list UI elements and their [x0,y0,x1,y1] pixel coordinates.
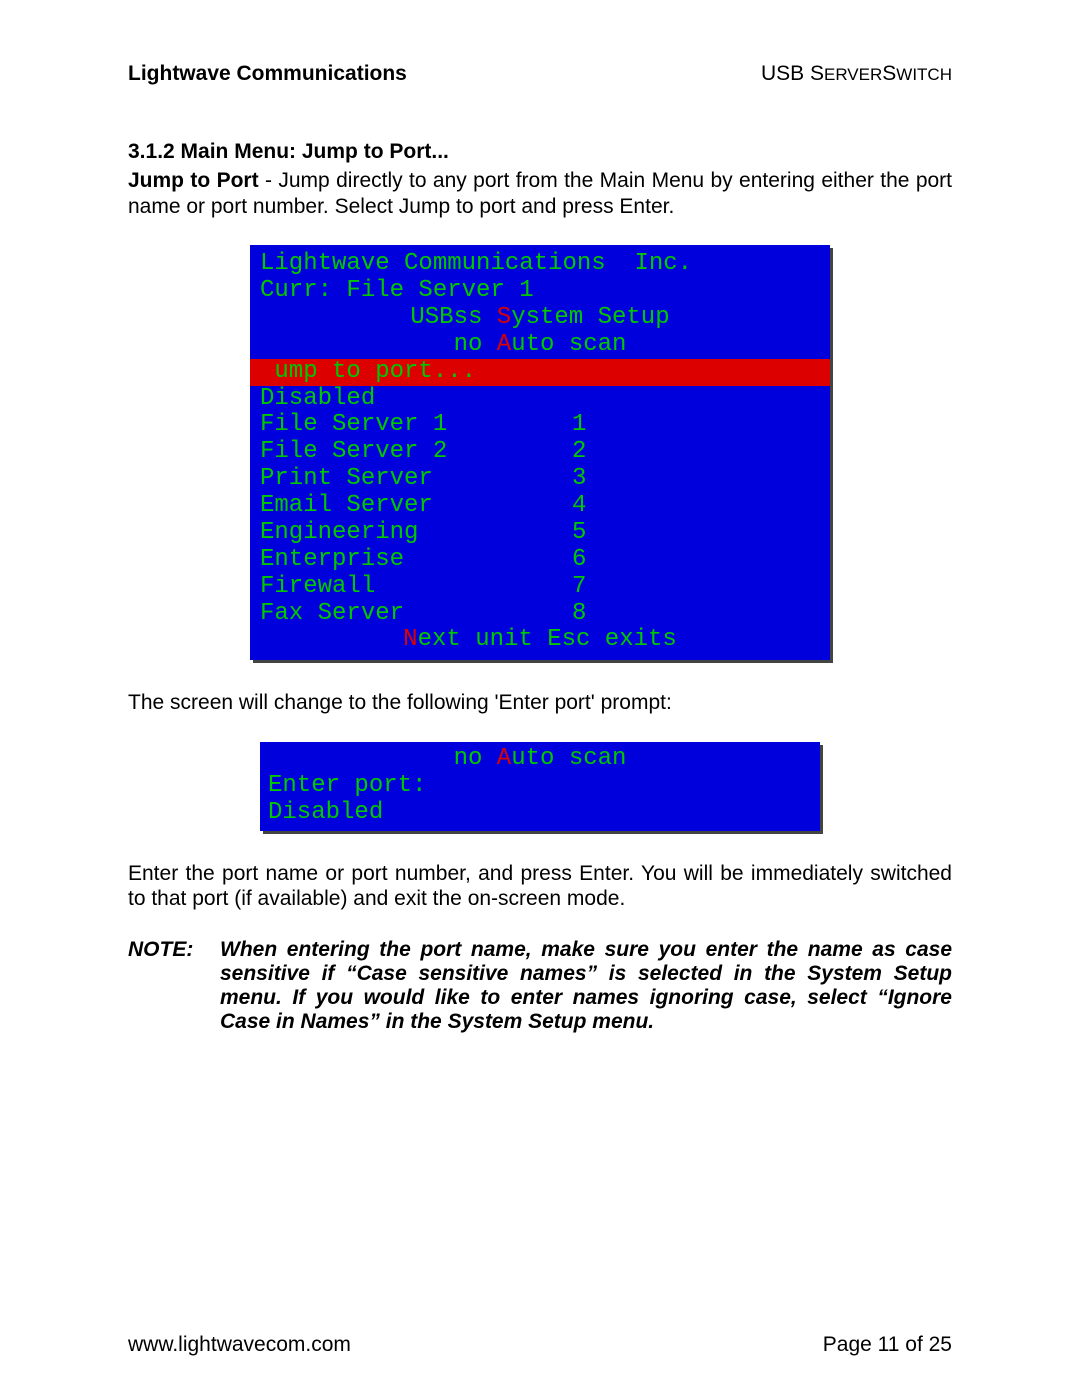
term2-auto-pre: no [454,745,497,772]
term-port-row-5: Engineering5 [260,520,820,547]
term-autoscan: no Auto scan [260,332,820,359]
term-curr: Curr: File Server 1 [260,278,820,305]
term2-autoscan: no Auto scan [260,746,820,773]
term2-enter-port: Enter port: [260,773,820,800]
intro-bold: Jump to Port [128,169,259,192]
footer-page: Page 11 of 25 [823,1333,952,1357]
term-jump-selected: Jump to port... [250,359,830,386]
note-label: NOTE: [128,938,220,1034]
header-right: USB SERVERSWITCH [761,62,952,86]
term-setup-hot: S [497,304,511,331]
term-port-name: File Server 1 [260,412,572,439]
term-title: Lightwave Communications Inc. [260,251,820,278]
header-right-p4: WITCH [896,65,952,84]
mid-paragraph: The screen will change to the following … [128,690,952,716]
term-jump-hot: J [260,358,274,385]
term-port-num: 4 [572,493,586,520]
term-port-name: Fax Server [260,601,572,628]
header-right-p3: S [882,62,896,85]
header-right-p2: ERVER [824,65,882,84]
terminal-enter-port: no Auto scan Enter port: Disabled [260,742,820,831]
footer-url: www.lightwavecom.com [128,1333,351,1357]
term2-auto-post: uto scan [511,745,626,772]
header-right-p1: USB S [761,62,824,85]
term-port-row-3: Print Server3 [260,466,820,493]
note-block: NOTE: When entering the port name, make … [128,938,952,1034]
term-port-num: 1 [572,412,586,439]
page-header: Lightwave Communications USB SERVERSWITC… [128,62,952,86]
term-jump-post: ump to port... [274,358,476,385]
term-setup-pre: USBss [410,304,496,331]
term-auto-hot: A [497,331,511,358]
term-port-name: Email Server [260,493,572,520]
term-port-row-2: File Server 22 [260,439,820,466]
term2-disabled: Disabled [260,800,820,827]
after-paragraph: Enter the port name or port number, and … [128,861,952,912]
term-port-name: File Server 2 [260,439,572,466]
term-port-row-1: File Server 11 [260,412,820,439]
term-auto-pre: no [454,331,497,358]
term-port-num: 6 [572,547,586,574]
term-port-num: 3 [572,466,586,493]
term-setup: USBss System Setup [260,305,820,332]
term-next-hot: N [403,626,417,653]
term-disabled: Disabled [260,386,820,413]
term-port-name: Print Server [260,466,572,493]
term-port-name: Firewall [260,574,572,601]
header-left: Lightwave Communications [128,62,407,86]
term2-auto-hot: A [497,745,511,772]
term-port-num: 2 [572,439,586,466]
term-port-num: 8 [572,601,586,628]
term-next-unit: Next unit Esc exits [260,627,820,654]
term-port-row-4: Email Server4 [260,493,820,520]
term-port-num: 7 [572,574,586,601]
term-port-name: Enterprise [260,547,572,574]
section-heading: 3.1.2 Main Menu: Jump to Port... [128,140,952,164]
term-setup-post: ystem Setup [511,304,669,331]
term-port-row-6: Enterprise6 [260,547,820,574]
term-port-row-8: Fax Server8 [260,601,820,628]
term-port-num: 5 [572,520,586,547]
page: Lightwave Communications USB SERVERSWITC… [0,0,1080,1397]
note-body: When entering the port name, make sure y… [220,938,952,1034]
term-next-post: ext unit Esc exits [418,626,677,653]
term-port-row-7: Firewall7 [260,574,820,601]
intro-paragraph: Jump to Port - Jump directly to any port… [128,168,952,219]
term-auto-post: uto scan [511,331,626,358]
term-port-name: Engineering [260,520,572,547]
page-footer: www.lightwavecom.com Page 11 of 25 [128,1333,952,1357]
terminal-main-menu: Lightwave Communications Inc. Curr: File… [250,245,830,660]
